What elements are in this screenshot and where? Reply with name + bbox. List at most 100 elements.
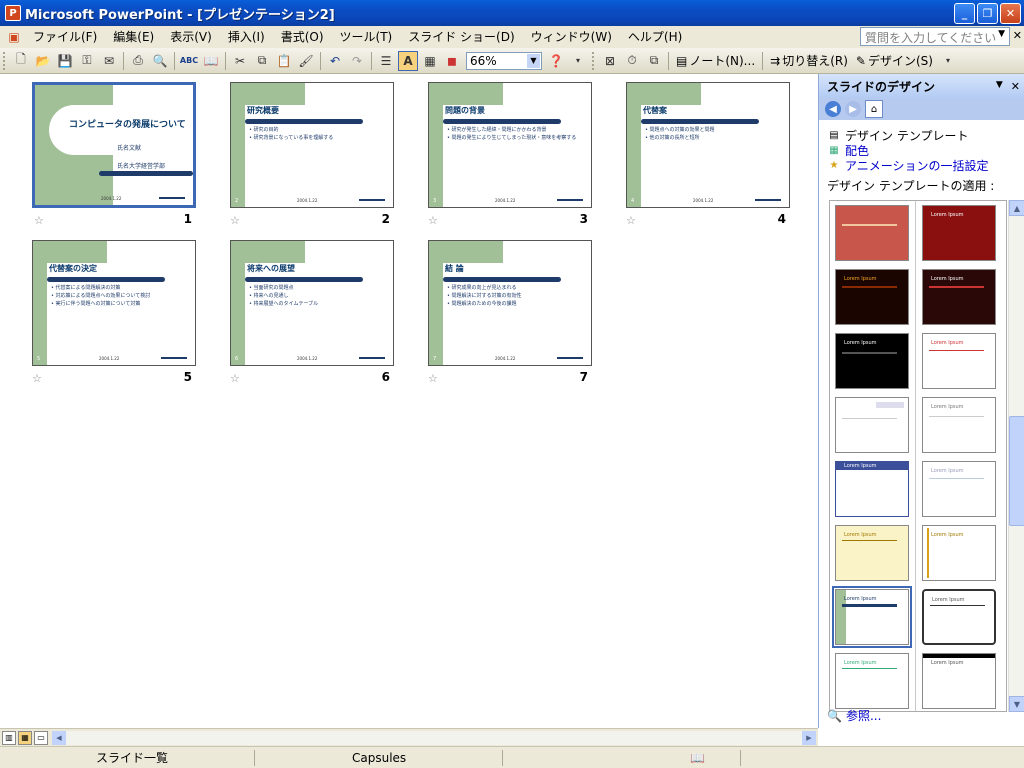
menu-edit[interactable]: 編集(E) bbox=[105, 27, 162, 47]
menu-file[interactable]: ファイル(F) bbox=[25, 27, 105, 47]
menu-window[interactable]: ウィンドウ(W) bbox=[523, 27, 620, 47]
close-button[interactable]: ✕ bbox=[1000, 3, 1021, 24]
forward-icon[interactable]: ▶ bbox=[845, 101, 861, 117]
gallery-scrollbar[interactable]: ▲ ▼ bbox=[1008, 200, 1024, 712]
template-thumbnail-selected[interactable]: Lorem Ipsum bbox=[832, 586, 912, 648]
menu-tools[interactable]: ツール(T) bbox=[332, 27, 401, 47]
menu-format[interactable]: 書式(O) bbox=[273, 27, 332, 47]
slide-thumbnail-4[interactable]: 代替案 • 問題点への対策の効果と問題 • 他の対策の長所と短所 4 2004.… bbox=[626, 82, 790, 208]
transition-star-icon[interactable]: ☆ bbox=[230, 372, 240, 385]
template-thumbnail[interactable]: Lorem Ipsum bbox=[835, 525, 909, 581]
template-thumbnail[interactable] bbox=[835, 397, 909, 453]
transition-star-icon[interactable]: ☆ bbox=[428, 214, 438, 227]
cut-icon[interactable]: ✂ bbox=[230, 51, 250, 71]
slide-sorter-view-icon[interactable]: ▦ bbox=[18, 730, 32, 745]
new-icon[interactable]: 🗋 bbox=[11, 51, 31, 71]
chevron-down-icon[interactable]: ▼ bbox=[527, 53, 540, 68]
template-thumbnail[interactable]: Lorem Ipsum bbox=[922, 461, 996, 517]
permission-icon[interactable]: ⚿ bbox=[77, 51, 97, 71]
slide-thumbnail-3[interactable]: 問題の背景 • 研究が発生した経緯・問題にかかわる背景 • 問題の発生により生じ… bbox=[428, 82, 592, 208]
transition-star-icon[interactable]: ☆ bbox=[230, 214, 240, 227]
notes-button[interactable]: ▤ ノート(N)... bbox=[672, 52, 759, 69]
summary-slide-icon[interactable]: ⧉ bbox=[644, 51, 664, 71]
email-icon[interactable]: ✉ bbox=[99, 51, 119, 71]
spelling-icon[interactable]: ABC bbox=[179, 51, 199, 71]
slide-thumbnail-2[interactable]: 研究概要 • 研究の目的 • 研究背景になっている事を理解する 2 2004.1… bbox=[230, 82, 394, 208]
scroll-right-icon[interactable]: ▶ bbox=[802, 731, 816, 745]
print-icon[interactable]: ⎙ bbox=[128, 51, 148, 71]
copy-icon[interactable]: ⧉ bbox=[252, 51, 272, 71]
transition-star-icon[interactable]: ☆ bbox=[32, 372, 42, 385]
template-thumbnail[interactable] bbox=[835, 205, 909, 261]
template-thumbnail[interactable]: Lorem Ipsum bbox=[835, 269, 909, 325]
horizontal-scrollbar[interactable]: ◀ ▶ bbox=[52, 731, 816, 745]
menu-insert[interactable]: 挿入(I) bbox=[220, 27, 273, 47]
template-thumbnail[interactable]: Lorem Ipsum bbox=[922, 333, 996, 389]
menu-view[interactable]: 表示(V) bbox=[162, 27, 220, 47]
template-thumbnail[interactable]: Lorem Ipsum bbox=[922, 397, 996, 453]
spelling-status-icon[interactable]: 📖 bbox=[690, 749, 705, 767]
browse-link[interactable]: 🔍 参照... bbox=[827, 707, 881, 724]
chevron-down-icon[interactable]: ▼ bbox=[996, 80, 1003, 93]
show-formatting-icon[interactable]: A bbox=[398, 50, 418, 71]
template-thumbnail[interactable]: Lorem Ipsum bbox=[922, 589, 996, 645]
save-icon[interactable]: 💾 bbox=[55, 51, 75, 71]
format-painter-icon[interactable]: 🖌 bbox=[296, 51, 316, 71]
document-icon[interactable]: ▣ bbox=[4, 27, 24, 47]
template-thumbnail[interactable]: Lorem Ipsum bbox=[922, 205, 996, 261]
close-document-icon[interactable]: ✕ bbox=[1013, 29, 1022, 42]
slide-thumbnail-1[interactable]: コンピュータの発展について 氏名文献 氏名大学経営学部 2004.1.22 bbox=[32, 82, 196, 208]
template-thumbnail[interactable]: Lorem Ipsum bbox=[835, 653, 909, 709]
color-scheme-link[interactable]: ▦ 配色 bbox=[819, 143, 1024, 158]
slide-thumbnail-5[interactable]: 代替案の決定 • 代替案による問題解決の対策 • 対応策による問題点への効果につ… bbox=[32, 240, 196, 366]
template-thumbnail[interactable]: Lorem Ipsum bbox=[922, 269, 996, 325]
minimize-button[interactable]: _ bbox=[954, 3, 975, 24]
color-grayscale-icon[interactable]: ◼ bbox=[442, 51, 462, 71]
transition-button[interactable]: ⇉ 切り替え(R) bbox=[766, 52, 852, 69]
research-icon[interactable]: 📖 bbox=[201, 51, 221, 71]
toolbar-grip[interactable] bbox=[3, 51, 7, 70]
powerpoint-icon[interactable]: P bbox=[5, 5, 21, 21]
template-thumbnail[interactable]: Lorem Ipsum bbox=[835, 333, 909, 389]
transition-icon: ⇉ bbox=[770, 53, 781, 68]
template-thumbnail[interactable]: Lorem Ipsum bbox=[922, 525, 996, 581]
scroll-up-icon[interactable]: ▲ bbox=[1009, 200, 1024, 216]
print-preview-icon[interactable]: 🔍 bbox=[150, 51, 170, 71]
scroll-left-icon[interactable]: ◀ bbox=[52, 731, 66, 745]
undo-icon[interactable]: ↶ bbox=[325, 51, 345, 71]
redo-icon[interactable]: ↷ bbox=[347, 51, 367, 71]
normal-view-icon[interactable]: ▥ bbox=[2, 730, 16, 745]
transition-star-icon[interactable]: ☆ bbox=[428, 372, 438, 385]
animation-scheme-link[interactable]: ★ アニメーションの一括設定 bbox=[819, 158, 1024, 173]
close-icon[interactable]: ✕ bbox=[1011, 80, 1020, 93]
template-thumbnail[interactable]: Lorem Ipsum bbox=[835, 461, 909, 517]
grid-icon[interactable]: ▦ bbox=[420, 51, 440, 71]
home-icon[interactable]: ⌂ bbox=[865, 100, 883, 118]
design-button[interactable]: ✎ デザイン(S) bbox=[852, 52, 937, 69]
menu-help[interactable]: ヘルプ(H) bbox=[620, 27, 690, 47]
chevron-down-icon[interactable]: ▼ bbox=[998, 29, 1005, 44]
slide-thumbnail-7[interactable]: 結 論 • 研究成果の向上が見込まれる • 問題解決に対する対策の有効性 • 問… bbox=[428, 240, 592, 366]
toolbar-options-icon[interactable]: ▾ bbox=[938, 51, 958, 71]
expand-all-icon[interactable]: ☰ bbox=[376, 51, 396, 71]
menu-slideshow[interactable]: スライド ショー(D) bbox=[400, 27, 522, 47]
toolbar-grip[interactable] bbox=[592, 51, 596, 70]
scroll-down-icon[interactable]: ▼ bbox=[1009, 696, 1024, 712]
toolbar-options-icon[interactable]: ▾ bbox=[568, 51, 588, 71]
back-icon[interactable]: ◀ bbox=[825, 101, 841, 117]
transition-star-icon[interactable]: ☆ bbox=[34, 214, 44, 227]
restore-button[interactable]: ❐ bbox=[977, 3, 998, 24]
open-icon[interactable]: 📂 bbox=[33, 51, 53, 71]
rehearse-timings-icon[interactable]: ⏱ bbox=[622, 51, 642, 71]
template-thumbnail[interactable]: Lorem Ipsum bbox=[922, 653, 996, 709]
help-icon[interactable]: ❓ bbox=[546, 51, 566, 71]
transition-star-icon[interactable]: ☆ bbox=[626, 214, 636, 227]
help-search-input[interactable]: 質問を入力してください ▼ bbox=[860, 27, 1010, 46]
slideshow-view-icon[interactable]: ▭ bbox=[34, 730, 48, 745]
hide-slide-icon[interactable]: ⊠ bbox=[600, 51, 620, 71]
zoom-select[interactable]: 66% ▼ bbox=[466, 51, 542, 70]
design-template-link[interactable]: ▤ デザイン テンプレート bbox=[819, 128, 1024, 143]
paste-icon[interactable]: 📋 bbox=[274, 51, 294, 71]
scroll-thumb[interactable] bbox=[1009, 416, 1024, 526]
slide-thumbnail-6[interactable]: 将来への展望 • 当面研究の問題点 • 将来への見通し • 将来展望へのタイムテ… bbox=[230, 240, 394, 366]
